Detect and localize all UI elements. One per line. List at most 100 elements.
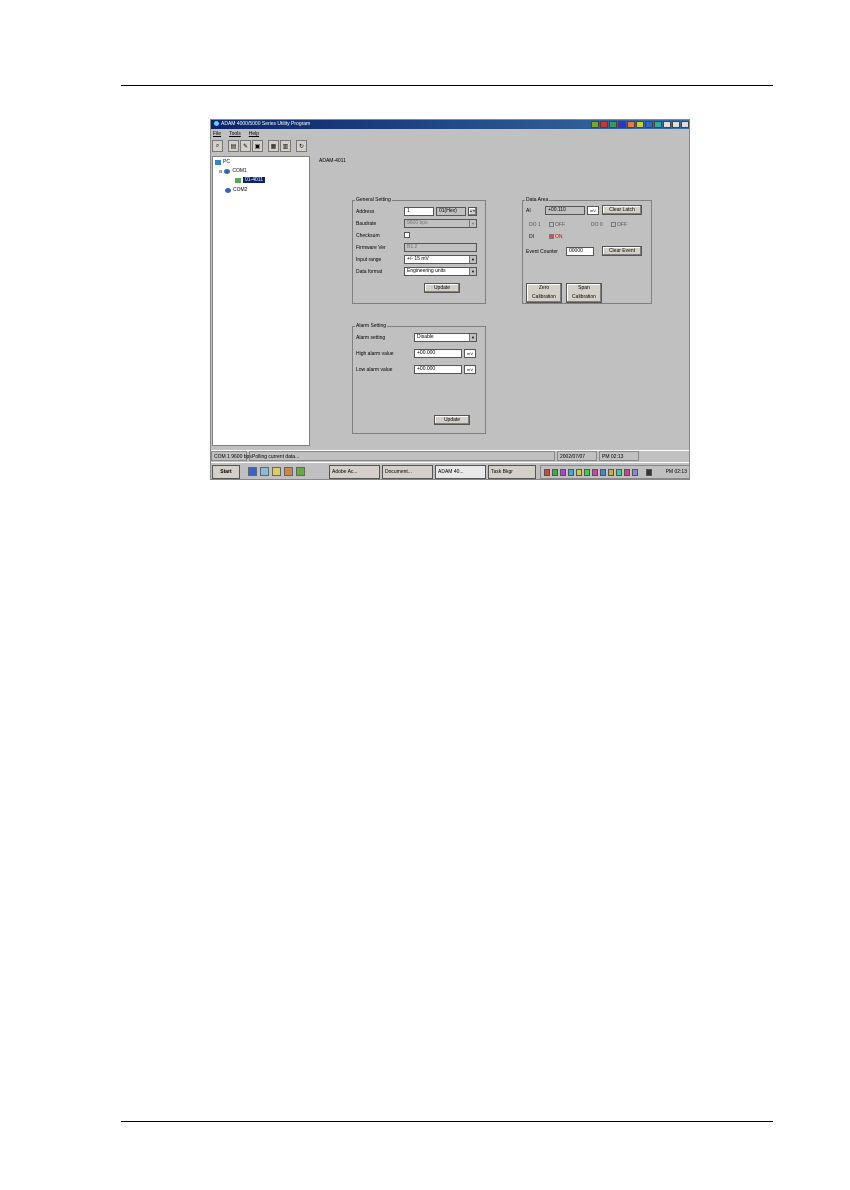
chart-icon[interactable]: ▦ [268,140,279,152]
tray-icon[interactable] [627,121,635,128]
quicklaunch-icon[interactable] [272,467,281,476]
data-format-select[interactable]: Engineering units ▼ [404,267,477,276]
tray-icon[interactable] [568,469,574,476]
taskbar-item[interactable]: Adobe Ac... [329,465,380,479]
tray-icon[interactable] [544,469,550,476]
input-range-select[interactable]: +/- 15 mV ▼ [404,255,477,264]
clear-event-button[interactable]: Clear Event [602,246,642,256]
tray-icon[interactable] [552,469,558,476]
tree-com2[interactable]: COM2 [225,187,247,193]
ai-label: AI [526,208,531,214]
speaker-icon[interactable] [646,469,652,476]
tray-icon[interactable] [600,121,608,128]
minimize-button[interactable] [663,121,671,128]
search-icon[interactable]: ⌕ [212,140,223,152]
led-icon [549,222,554,227]
tray-icon[interactable] [608,469,614,476]
clear-latch-button[interactable]: Clear Latch [602,205,642,215]
group-label: Alarm Setting [355,323,388,329]
menu-tools[interactable]: Tools [229,130,241,138]
checksum-checkbox[interactable] [404,232,410,238]
firmware-field: B1.2 [404,243,477,252]
save-icon[interactable]: ▣ [252,140,263,152]
taskbar-item[interactable]: ADAM 40... [435,465,486,479]
chevron-down-icon: ▼ [469,220,476,227]
collapse-icon[interactable]: ⊟ [219,169,222,174]
spin-button[interactable]: ▲▼ [468,207,477,216]
port-icon [225,187,231,193]
baudrate-label: Baudrate [356,221,377,227]
zero-calibration-button[interactable]: Zero Calibration [526,283,562,303]
data-format-label: Data format [356,269,383,275]
tray-icon[interactable] [645,121,653,128]
refresh-icon[interactable]: ↻ [296,140,307,152]
tray-icon[interactable] [592,469,598,476]
tray-icon[interactable] [609,121,617,128]
tree-root[interactable]: PC [215,159,230,165]
edit-icon[interactable]: ✎ [240,140,251,152]
tray-icon[interactable] [576,469,582,476]
module-icon [235,177,241,183]
low-alarm-input[interactable]: +00.000 [414,365,462,374]
status-bar: COM 1 9600 bps Polling current data... 2… [211,450,689,461]
low-alarm-unit: mV [464,365,476,374]
tray-icon[interactable] [618,121,626,128]
event-counter-label: Event Counter [526,249,558,255]
maximize-button[interactable] [672,121,680,128]
quicklaunch-icon[interactable] [296,467,305,476]
menu-file[interactable]: File [213,130,221,138]
terminal-icon[interactable]: ▤ [228,140,239,152]
port-icon [224,168,231,174]
tray-icon[interactable] [624,469,630,476]
chevron-down-icon: ▼ [469,334,476,341]
led-icon [611,222,616,227]
tray-icon[interactable] [616,469,622,476]
chevron-down-icon: ▼ [469,256,476,263]
address-label: Address [356,209,375,215]
high-alarm-input[interactable]: +00.000 [414,349,462,358]
quicklaunch-icon[interactable] [284,467,293,476]
module-title: ADAM-4011 [319,158,346,164]
alarm-mode-select[interactable]: Disable ▼ [414,333,477,342]
tray-icon[interactable] [632,469,638,476]
do0-label: DO 0 [591,222,603,228]
tree-com1[interactable]: ⊟ COM1 [219,168,247,174]
status-time: PM 02:13 [599,451,639,461]
taskbar: Start Adobe Ac... Document... ADAM 40...… [211,462,689,479]
tree-module[interactable]: 01-4011 [235,177,265,183]
data-icon[interactable]: ▥ [280,140,291,152]
tray-icon[interactable] [591,121,599,128]
window-title: ADAM 4000/5000 Series Utility Program [221,121,311,127]
tray-icon[interactable] [600,469,606,476]
menu-help[interactable]: Help [249,130,259,138]
general-update-button[interactable]: Update [424,283,460,293]
title-bar: ADAM 4000/5000 Series Utility Program [211,120,689,129]
start-button[interactable]: Start [212,465,240,479]
alarm-update-button[interactable]: Update [434,415,470,425]
device-tree: PC ⊟ COM1 01-4011 COM2 [212,156,310,446]
checksum-label: Checksum [356,233,380,239]
quicklaunch-icon[interactable] [260,467,269,476]
address-input[interactable]: 1 [404,207,434,216]
do1-indicator: OFF [549,222,565,228]
taskbar-item[interactable]: Document... [382,465,433,479]
tray-icon[interactable] [560,469,566,476]
status-message: Polling current data... [249,451,555,461]
span-calibration-button[interactable]: Span Calibration [566,283,602,303]
quicklaunch-icon[interactable] [248,467,257,476]
alarm-setting-group: Alarm Setting Alarm setting Disable ▼ Hig… [352,323,486,434]
input-range-label: Input range [356,257,382,263]
status-date: 2002/07/07 [557,451,597,461]
tray-icon[interactable] [584,469,590,476]
page-header-rule [121,85,773,86]
taskbar-clock: PM 02:13 [665,469,687,475]
high-alarm-unit: mV [464,349,476,358]
title-bar-icons [591,121,689,128]
baudrate-select[interactable]: 9600 bps ▼ [404,219,477,228]
di-indicator: ON [549,234,563,240]
taskbar-item[interactable]: Task Bkgr [488,465,536,479]
tray-icon[interactable] [636,121,644,128]
di-label: DI [529,234,534,240]
tray-icon[interactable] [654,121,662,128]
close-button[interactable] [681,121,689,128]
